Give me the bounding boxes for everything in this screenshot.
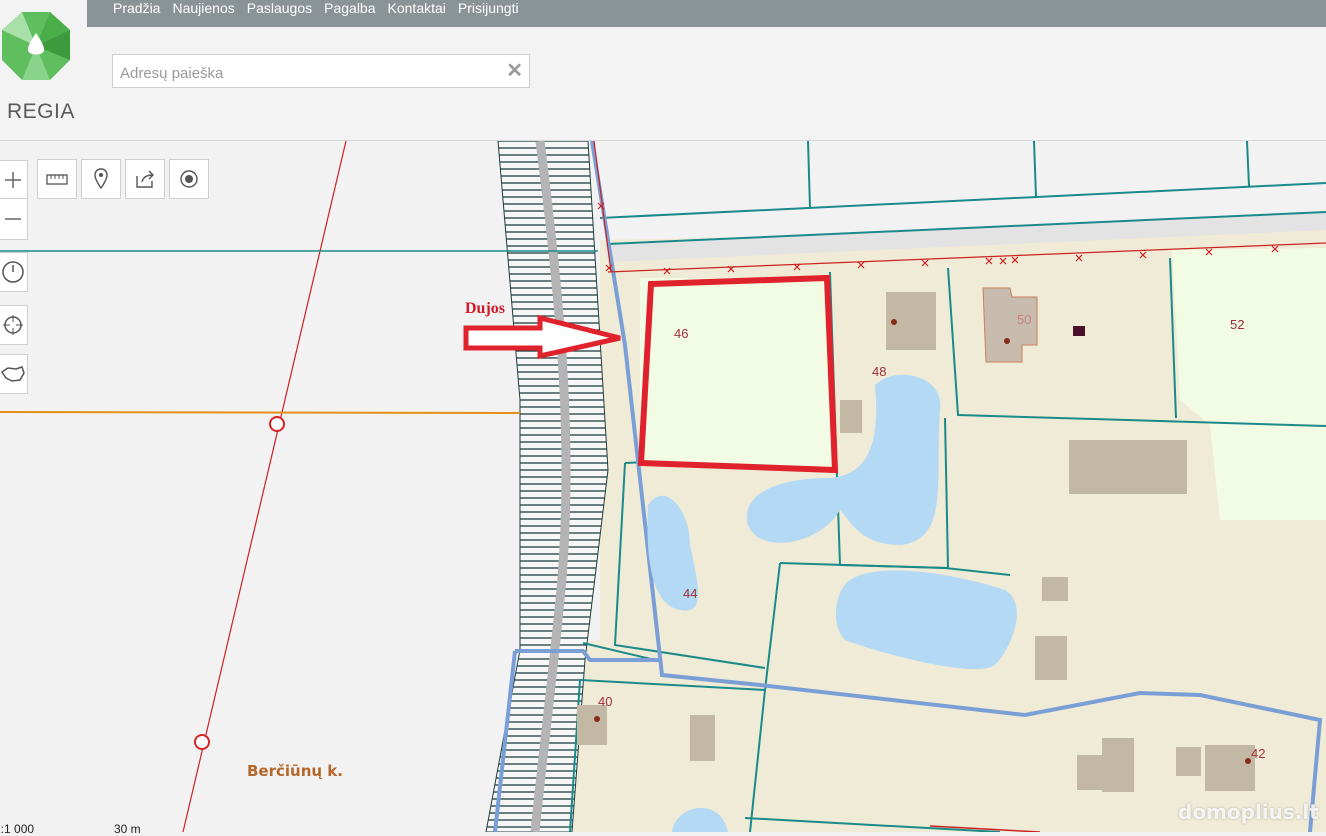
logo-text: REGIA bbox=[7, 100, 75, 123]
parcel-label-42: 42 bbox=[1251, 746, 1266, 761]
measure-icon bbox=[46, 174, 68, 185]
parcel-label-48: 48 bbox=[872, 364, 887, 379]
parcel-label-52: 52 bbox=[1230, 317, 1245, 332]
location-button[interactable] bbox=[169, 159, 209, 199]
header: REGIA Pradžia Naujienos Paslaugos Pagalb… bbox=[0, 0, 1326, 141]
gas-line bbox=[0, 411, 521, 414]
pole-circle bbox=[194, 734, 210, 750]
marker-icon bbox=[94, 168, 108, 190]
zoom-out-button[interactable] bbox=[0, 198, 28, 240]
marker-button[interactable] bbox=[81, 159, 121, 199]
crosshair-icon bbox=[3, 315, 23, 335]
regia-logo-icon bbox=[2, 12, 70, 80]
address-search: ✕ bbox=[112, 54, 530, 88]
dujos-annotation: Dujos bbox=[465, 300, 506, 317]
watermark: domoplius.lt bbox=[1178, 800, 1319, 824]
locate-button[interactable] bbox=[0, 305, 28, 345]
top-navigation-bar: Pradžia Naujienos Paslaugos Pagalba Kont… bbox=[87, 0, 1326, 27]
map-canvas[interactable]: 46 48 50 52 44 40 42 bbox=[0, 141, 1326, 832]
parcel-label-40: 40 bbox=[598, 694, 613, 709]
country-extent-button[interactable] bbox=[0, 354, 28, 394]
parcel-label-50: 50 bbox=[1017, 312, 1032, 327]
address-search-input[interactable] bbox=[118, 61, 502, 85]
zoom-in-button[interactable] bbox=[0, 160, 28, 198]
nav-item-news[interactable]: Naujienos bbox=[172, 0, 234, 18]
map-svg bbox=[0, 141, 1326, 832]
nav-item-contacts[interactable]: Kontaktai bbox=[388, 0, 446, 18]
history-icon bbox=[2, 261, 24, 283]
nav-item-help[interactable]: Pagalba bbox=[324, 0, 375, 18]
history-button[interactable] bbox=[0, 252, 28, 292]
lithuania-map-icon bbox=[0, 366, 25, 382]
nav-item-login[interactable]: Prisijungti bbox=[458, 0, 519, 18]
close-icon[interactable]: ✕ bbox=[506, 60, 523, 82]
scale-distance: 30 m bbox=[114, 822, 141, 836]
share-button[interactable] bbox=[125, 159, 165, 199]
measure-button[interactable] bbox=[37, 159, 77, 199]
main-nav: Pradžia Naujienos Paslaugos Pagalba Kont… bbox=[113, 0, 519, 18]
pole-circle bbox=[269, 416, 285, 432]
nav-item-home[interactable]: Pradžia bbox=[113, 0, 160, 18]
zoom-in-icon bbox=[5, 171, 21, 188]
field-green-46 bbox=[640, 278, 835, 470]
regia-logo[interactable]: REGIA bbox=[0, 8, 80, 123]
nav-item-services[interactable]: Paslaugos bbox=[247, 0, 312, 18]
location-icon bbox=[180, 170, 198, 188]
parcel-label-46: 46 bbox=[674, 326, 689, 341]
village-label: Berčiūnų k. bbox=[247, 762, 343, 780]
parcel-label-44: 44 bbox=[683, 586, 698, 601]
small-marker bbox=[1073, 326, 1085, 336]
scale-ratio: 1:1 000 bbox=[0, 822, 35, 836]
zoom-out-icon bbox=[5, 218, 21, 220]
share-icon bbox=[136, 170, 154, 188]
